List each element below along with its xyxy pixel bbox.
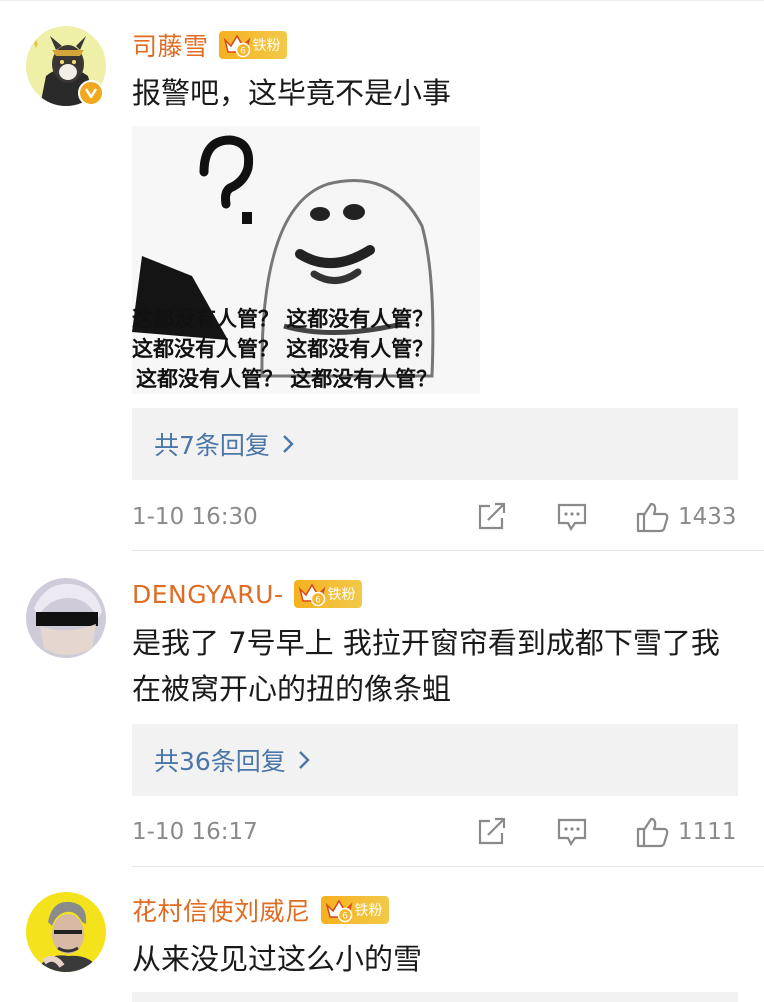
comment-button[interactable] xyxy=(556,817,588,847)
like-button[interactable]: 1433 xyxy=(636,501,737,533)
comment-item: DENGYARU- 6 铁粉 是我了 7号早上 我拉开窗帘看到成都下雪了我在被窝… xyxy=(0,552,764,868)
timestamp: 1-10 16:30 xyxy=(132,504,258,530)
comment-item: 司藤雪 6 铁粉 报警吧，这毕竟不是小事 这都没有人管？ 这都没有人管？ 这都没… xyxy=(0,0,764,552)
comment-button[interactable] xyxy=(556,502,588,532)
like-count: 1433 xyxy=(678,504,737,530)
comment-icon xyxy=(557,503,587,532)
meme-caption-line: 这都没有人管？ 这都没有人管？ xyxy=(136,367,438,391)
badge-label: 铁粉 xyxy=(327,587,356,603)
crown-icon: 6 xyxy=(223,32,251,58)
crown-icon: 6 xyxy=(325,897,353,923)
fan-badge[interactable]: 6 铁粉 xyxy=(218,31,287,59)
thumbs-up-icon xyxy=(636,817,669,848)
comment-icon xyxy=(557,818,587,847)
timestamp: 1-10 16:17 xyxy=(132,819,258,845)
badge-label: 铁粉 xyxy=(252,38,281,54)
username[interactable]: 司藤雪 xyxy=(132,27,209,63)
name-row: DENGYARU- 6 铁粉 xyxy=(132,574,362,614)
comment-text: 从来没见过这么小的雪 xyxy=(132,942,423,976)
reply-count: 共36条回复 xyxy=(154,747,286,776)
comment-text: 是我了 7号早上 我拉开窗帘看到成都下雪了我在被窝开心的扭的像条蛆 xyxy=(132,626,720,706)
comment-divider xyxy=(132,866,764,867)
share-button[interactable] xyxy=(476,817,508,847)
like-count: 1111 xyxy=(678,819,737,845)
meme-caption-line: 这都没有人管？ 这都没有人管？ xyxy=(132,307,434,331)
badge-level: 6 xyxy=(240,47,246,57)
share-icon xyxy=(478,502,506,530)
crown-icon: 6 xyxy=(298,581,326,607)
name-row: 司藤雪 6 铁粉 xyxy=(132,25,287,65)
reply-count: 共7条回复 xyxy=(154,431,270,460)
comment-meta: 1-10 16:30 1433 xyxy=(132,497,738,537)
thumbs-up-icon xyxy=(636,502,669,533)
badge-level: 6 xyxy=(342,912,348,922)
share-icon xyxy=(478,817,506,845)
reply-thread-button[interactable] xyxy=(132,992,738,1002)
name-row: 花村信使刘威尼 6 铁粉 xyxy=(132,890,389,930)
verified-badge-icon xyxy=(78,80,104,106)
chevron-right-icon xyxy=(298,750,310,770)
badge-label: 铁粉 xyxy=(354,903,383,919)
avatar[interactable] xyxy=(26,892,106,972)
avatar[interactable] xyxy=(26,578,106,658)
meme-caption-line: 这都没有人管？ 这都没有人管？ xyxy=(132,337,434,361)
chevron-right-icon xyxy=(282,434,294,454)
comment-text: 报警吧，这毕竟不是小事 xyxy=(132,76,452,110)
comment-meta: 1-10 16:17 1111 xyxy=(132,812,738,852)
share-button[interactable] xyxy=(476,502,508,532)
comment-divider xyxy=(132,550,764,551)
meme-image[interactable]: 这都没有人管？ 这都没有人管？ 这都没有人管？ 这都没有人管？ 这都没有人管？ … xyxy=(132,126,480,394)
reply-thread-button[interactable]: 共36条回复 xyxy=(132,724,738,796)
reply-thread-button[interactable]: 共7条回复 xyxy=(132,408,738,480)
like-button[interactable]: 1111 xyxy=(636,816,737,848)
fan-badge[interactable]: 6 铁粉 xyxy=(320,896,389,924)
username[interactable]: 花村信使刘威尼 xyxy=(132,892,311,928)
fan-badge[interactable]: 6 铁粉 xyxy=(293,580,362,608)
username[interactable]: DENGYARU- xyxy=(132,580,284,609)
badge-level: 6 xyxy=(315,596,321,606)
comment-item: 花村信使刘威尼 6 铁粉 从来没见过这么小的雪 xyxy=(0,868,764,1002)
